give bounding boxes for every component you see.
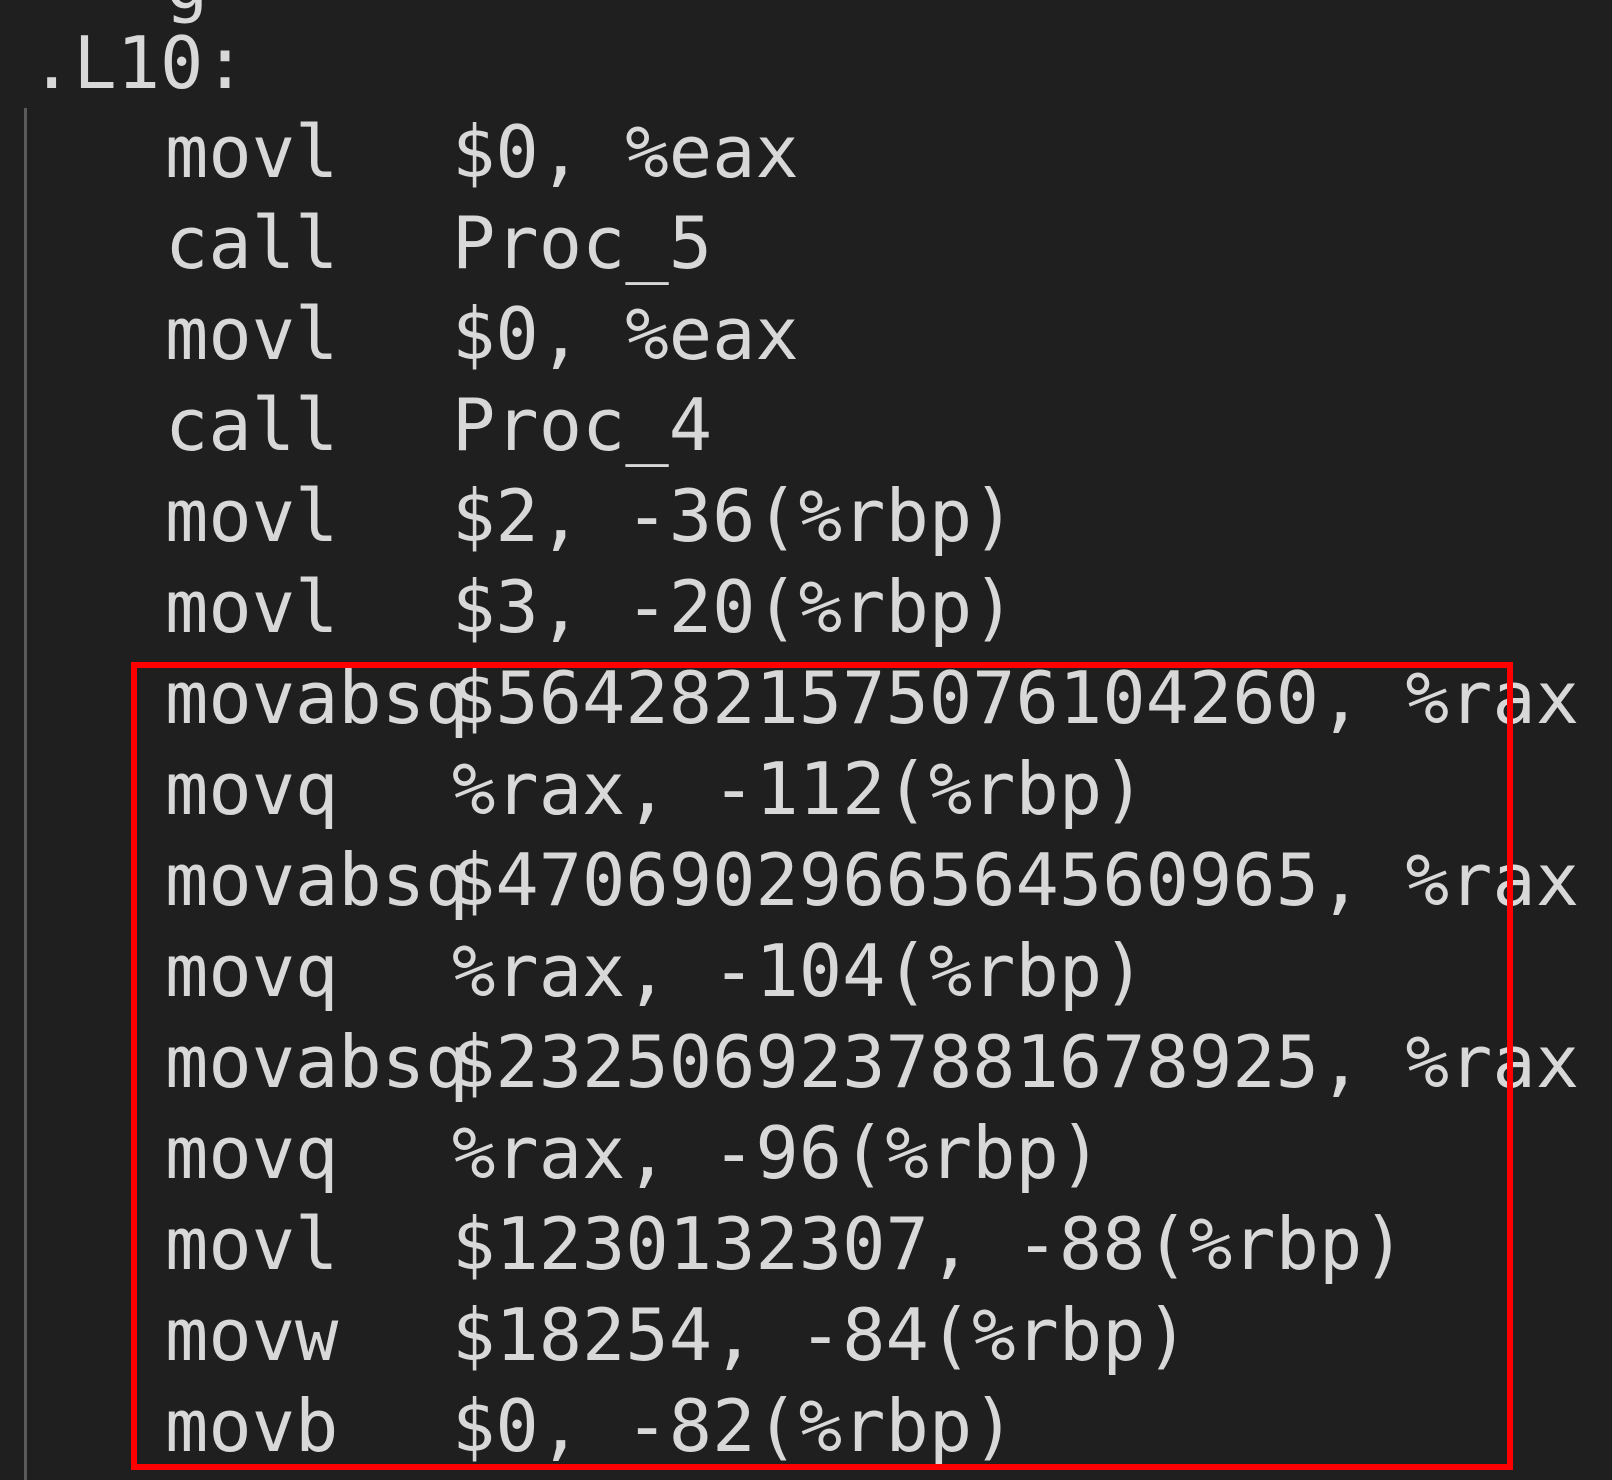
operands: $0, %eax bbox=[452, 110, 799, 194]
code-line-13[interactable]: movl $1230132307, -88(%rbp) bbox=[0, 1199, 1612, 1290]
code-line-15[interactable]: movb $0, -82(%rbp) bbox=[0, 1381, 1612, 1472]
code-lines: movl $0, %eax call Proc_5 movl $0, %eax … bbox=[0, 107, 1612, 1472]
operands: Proc_4 bbox=[452, 383, 713, 467]
code-line-2[interactable]: call Proc_5 bbox=[0, 198, 1612, 289]
code-line-5[interactable]: movl $2, -36(%rbp) bbox=[0, 471, 1612, 562]
opcode: movl bbox=[165, 565, 339, 649]
code-line-7[interactable]: movabsq $5642821575076104260, %rax bbox=[0, 653, 1612, 744]
operands: $1230132307, -88(%rbp) bbox=[452, 1202, 1406, 1286]
code-editor[interactable]: g .L10: movl $0, %eax call Proc_5 movl $… bbox=[0, 0, 1612, 1480]
operands: %rax, -104(%rbp) bbox=[452, 929, 1146, 1013]
code-line-3[interactable]: movl $0, %eax bbox=[0, 289, 1612, 380]
opcode: movl bbox=[165, 292, 339, 376]
opcode: movl bbox=[165, 1202, 339, 1286]
operands: $3, -20(%rbp) bbox=[452, 565, 1016, 649]
opcode: movl bbox=[165, 474, 339, 558]
opcode: movw bbox=[165, 1293, 339, 1377]
opcode: movq bbox=[165, 929, 339, 1013]
opcode: movabsq bbox=[165, 656, 469, 740]
operands: $0, %eax bbox=[452, 292, 799, 376]
opcode: movabsq bbox=[165, 1020, 469, 1104]
operands: %rax, -96(%rbp) bbox=[452, 1111, 1103, 1195]
code-line-14[interactable]: movw $18254, -84(%rbp) bbox=[0, 1290, 1612, 1381]
opcode: call bbox=[165, 201, 339, 285]
code-line-4[interactable]: call Proc_4 bbox=[0, 380, 1612, 471]
opcode: movl bbox=[165, 110, 339, 194]
code-line-1[interactable]: movl $0, %eax bbox=[0, 107, 1612, 198]
opcode: movb bbox=[165, 1384, 339, 1468]
opcode: movabsq bbox=[165, 838, 469, 922]
code-line-6[interactable]: movl $3, -20(%rbp) bbox=[0, 562, 1612, 653]
operands: $2, -36(%rbp) bbox=[452, 474, 1016, 558]
opcode: call bbox=[165, 383, 339, 467]
assembly-label: .L10: bbox=[30, 21, 247, 105]
code-line-10[interactable]: movq %rax, -104(%rbp) bbox=[0, 926, 1612, 1017]
operands: $5642821575076104260, %rax bbox=[452, 656, 1580, 740]
operands: $2325069237881678925, %rax bbox=[452, 1020, 1580, 1104]
operands: %rax, -112(%rbp) bbox=[452, 747, 1146, 831]
operands: Proc_5 bbox=[452, 201, 713, 285]
code-line-9[interactable]: movabsq $4706902966564560965, %rax bbox=[0, 835, 1612, 926]
operands: $0, -82(%rbp) bbox=[452, 1384, 1016, 1468]
code-line-11[interactable]: movabsq $2325069237881678925, %rax bbox=[0, 1017, 1612, 1108]
code-line-8[interactable]: movq %rax, -112(%rbp) bbox=[0, 744, 1612, 835]
operands: $18254, -84(%rbp) bbox=[452, 1293, 1189, 1377]
opcode: movq bbox=[165, 747, 339, 831]
code-line-12[interactable]: movq %rax, -96(%rbp) bbox=[0, 1108, 1612, 1199]
opcode: movq bbox=[165, 1111, 339, 1195]
operands: $4706902966564560965, %rax bbox=[452, 838, 1580, 922]
